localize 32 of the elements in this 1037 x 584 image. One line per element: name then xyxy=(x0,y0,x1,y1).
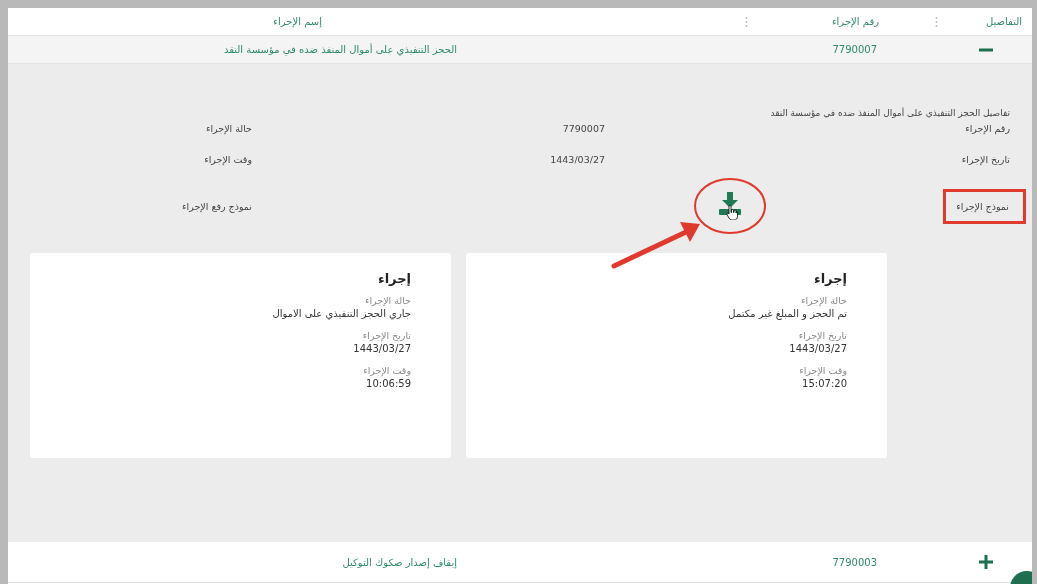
field-value: 7790007 xyxy=(562,122,605,134)
field-label: نموذج الإجراء xyxy=(943,188,1026,224)
field-value: 1443/03/27 xyxy=(788,342,847,356)
field-value: 1443/03/27 xyxy=(352,342,411,356)
field-label: حالة الإجراء xyxy=(799,294,847,307)
procedure-number: 7790007 xyxy=(832,44,877,55)
field-value: 1443/03/27 xyxy=(550,153,605,165)
field-label: تاريخ الإجراء xyxy=(961,153,1010,165)
card-title: إجراء xyxy=(814,271,847,286)
field-value: 10:06:59 xyxy=(365,377,411,391)
field-label: وقت الإجراء xyxy=(362,364,411,377)
field-value: 15:07:20 xyxy=(801,377,847,391)
column-header[interactable]: التفاصيل xyxy=(985,16,1022,27)
field-label: تاريخ الإجراء xyxy=(797,329,847,342)
field-label: رقم الإجراء xyxy=(965,122,1010,134)
hand-cursor-icon xyxy=(726,205,738,220)
plus-icon[interactable] xyxy=(978,554,994,570)
field-value: جاري الحجز التنفيذي على الاموال xyxy=(271,307,411,321)
field-label: وقت الإجراء xyxy=(204,153,252,165)
field-label: وقت الإجراء xyxy=(798,364,847,377)
field-value: تم الحجز و المبلغ غير مكتمل xyxy=(727,307,847,321)
field-label: تاريخ الإجراء xyxy=(361,329,411,342)
column-header[interactable]: رقم الإجراء xyxy=(831,16,879,27)
field-label: حالة الإجراء xyxy=(205,122,252,134)
procedure-number: 7790003 xyxy=(832,556,877,568)
field-label: نموذج رفع الإجراء xyxy=(182,200,252,212)
procedure-name: الحجز التنفيذي على أموال المنفذ ضده في مؤسسة النقد xyxy=(224,44,457,55)
column-header[interactable]: إسم الإجراء xyxy=(273,16,322,27)
card-title: إجراء xyxy=(378,271,411,286)
details-title: تفاصيل الحجز التنفيذي على أموال المنفذ ضده في مؤسسة النقد xyxy=(769,108,1011,119)
procedure-name: إيقاف إصدار صكوك التوكيل xyxy=(342,556,457,568)
field-label: حالة الإجراء xyxy=(363,294,411,307)
